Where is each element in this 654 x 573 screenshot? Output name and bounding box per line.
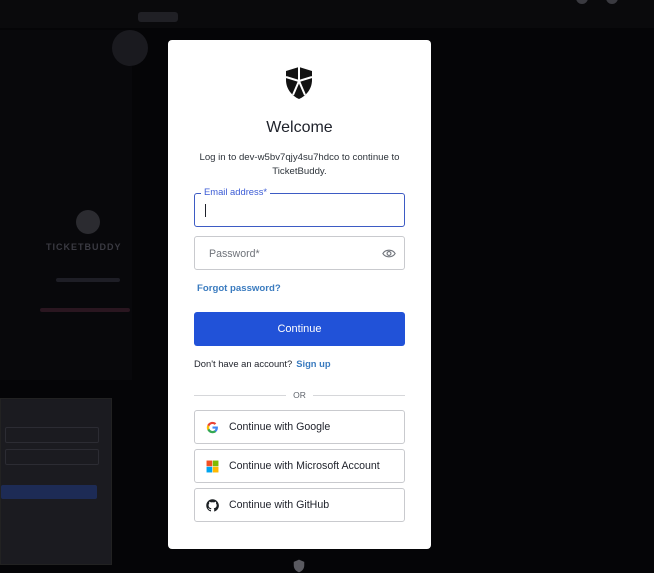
background-button bbox=[1, 485, 97, 499]
password-field[interactable]: Password* bbox=[194, 236, 405, 270]
forgot-password-link[interactable]: Forgot password? bbox=[197, 283, 281, 294]
background-form bbox=[0, 398, 112, 565]
google-icon bbox=[206, 421, 218, 434]
no-account-text: Don't have an account? bbox=[194, 358, 293, 369]
signup-row: Don't have an account? Sign up bbox=[194, 358, 331, 369]
page-title: Welcome bbox=[266, 119, 333, 136]
background-text-line bbox=[40, 308, 130, 312]
divider-line bbox=[313, 395, 405, 396]
background-brand-text: TICKETBUDDY bbox=[46, 242, 122, 252]
or-divider: OR bbox=[194, 389, 405, 401]
github-icon bbox=[206, 499, 219, 512]
background-topbar bbox=[0, 0, 654, 28]
background-field bbox=[5, 449, 99, 465]
signup-link[interactable]: Sign up bbox=[296, 358, 330, 369]
background-tab bbox=[138, 12, 178, 22]
google-login-label: Continue with Google bbox=[229, 421, 331, 433]
email-field[interactable]: Email address* bbox=[194, 186, 405, 227]
background-logo bbox=[76, 210, 100, 234]
continue-button[interactable]: Continue bbox=[194, 312, 405, 346]
microsoft-login-label: Continue with Microsoft Account bbox=[229, 460, 380, 472]
microsoft-login-button[interactable]: Continue with Microsoft Account bbox=[194, 449, 405, 483]
microsoft-icon bbox=[206, 460, 219, 473]
login-subtitle: Log in to dev-w5bv7qjy4su7hdco to contin… bbox=[199, 152, 400, 177]
shield-logo-icon bbox=[285, 67, 313, 99]
google-login-button[interactable]: Continue with Google bbox=[194, 410, 405, 444]
github-login-label: Continue with GitHub bbox=[229, 499, 330, 511]
shield-icon bbox=[293, 559, 305, 573]
background-text-line bbox=[56, 278, 120, 282]
github-login-button[interactable]: Continue with GitHub bbox=[194, 488, 405, 522]
background-panel bbox=[0, 30, 132, 380]
password-placeholder: Password* bbox=[209, 248, 260, 260]
login-dialog: Welcome Log in to dev-w5bv7qjy4su7hdco t… bbox=[168, 40, 431, 549]
email-label: Email address* bbox=[201, 186, 271, 197]
background-circle bbox=[112, 30, 148, 66]
show-password-icon[interactable] bbox=[382, 248, 396, 259]
background-field bbox=[5, 427, 99, 443]
text-cursor bbox=[205, 204, 206, 217]
